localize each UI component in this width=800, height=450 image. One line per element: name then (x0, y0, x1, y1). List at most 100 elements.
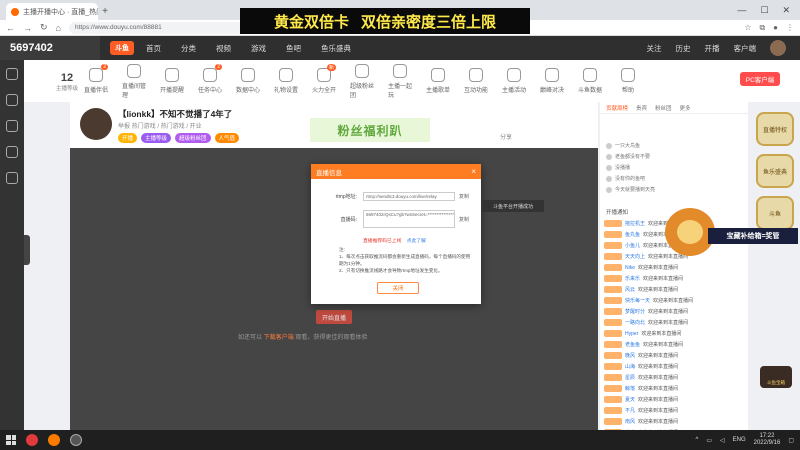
nav-festival[interactable]: 鱼乐盛典 (321, 43, 351, 54)
toolbar-item[interactable]: 主播活动 (502, 68, 526, 94)
modal-close-icon[interactable]: × (471, 167, 476, 176)
toolbar-item[interactable]: 主播歌单 (426, 68, 450, 94)
chat-username[interactable]: Hyper (625, 331, 638, 337)
firefox-icon[interactable] (48, 434, 60, 446)
chat-username[interactable]: 拖拉机王 (625, 220, 645, 227)
room-tag[interactable]: 超级粉丝团 (175, 133, 211, 143)
chat-username[interactable]: 晚风 (625, 352, 635, 359)
new-tab-button[interactable]: + (98, 3, 112, 20)
app-icon[interactable] (26, 434, 38, 446)
treasure-box-icon[interactable]: 斗鱼宝箱 (760, 366, 792, 388)
toolbar-item[interactable]: 斗鱼数据 (578, 68, 602, 94)
toolbar-item[interactable]: 主播一起玩 (388, 63, 412, 99)
learn-more-link[interactable]: 点此了解 (407, 239, 426, 244)
rank-item[interactable]: 没有你的鱼吧 (606, 175, 645, 182)
chat-username[interactable]: 南风 (625, 418, 635, 425)
chat-username[interactable]: 老鱼鱼 (625, 341, 640, 348)
forward-icon[interactable]: → (23, 23, 32, 33)
rtmp-copy-button[interactable]: 复制 (459, 193, 469, 200)
nav-client[interactable]: 客户端 (734, 43, 757, 54)
rank-item[interactable]: 一只大鸟鱼 (606, 142, 640, 149)
nav-yuba[interactable]: 鱼吧 (286, 43, 301, 54)
chat-username[interactable]: 梦醒时分 (625, 308, 645, 315)
share-button[interactable]: 分享 (500, 132, 512, 141)
chat-username[interactable]: 不凡 (625, 407, 635, 414)
ad-box[interactable]: 斗鱼 (756, 196, 794, 230)
nav-follow[interactable]: 关注 (647, 43, 662, 54)
star-icon[interactable]: ☆ (744, 23, 751, 33)
reload-icon[interactable]: ↻ (40, 22, 48, 33)
rank-item[interactable]: 没播播 (606, 164, 630, 171)
chat-username[interactable]: Nike (625, 265, 635, 271)
sidebar-collapse-handle[interactable] (24, 235, 30, 265)
tab-fans[interactable]: 粉丝团 (655, 104, 672, 112)
game-icon[interactable] (6, 146, 18, 158)
chat-username[interactable]: 乐来乐 (625, 275, 640, 282)
clock[interactable]: 17:22 2022/9/16 (754, 433, 781, 447)
toolbar-item[interactable]: 帮助 (616, 68, 640, 94)
chat-username[interactable]: 星辰 (625, 374, 635, 381)
modal-close-button[interactable]: 关闭 (377, 282, 419, 294)
stream-code-copy-button[interactable]: 复制 (459, 216, 469, 223)
browser-tab[interactable]: 主播开播中心 · 直播_热门游戏 × (6, 3, 98, 20)
menu-icon[interactable]: ⋮ (786, 23, 794, 33)
douyu-logo[interactable]: 斗鱼 (110, 41, 134, 55)
nav-history[interactable]: 历史 (676, 43, 691, 54)
chat-username[interactable]: 风云 (625, 286, 635, 293)
room-tag[interactable]: 开播 (118, 133, 138, 143)
video-icon[interactable] (6, 120, 18, 132)
download-client-link[interactable]: 下载客户端 (264, 335, 294, 341)
nav-home[interactable]: 首页 (146, 43, 161, 54)
chat-username[interactable]: 小鱼儿 (625, 242, 640, 249)
extensions-icon[interactable]: ⧉ (759, 23, 765, 33)
stream-code-input[interactable]: 5697402rQsCu?gb?wsSecret=*************** (363, 210, 455, 228)
ad-box[interactable]: 鱼乐盛典 (756, 154, 794, 188)
anchor-avatar[interactable] (80, 108, 112, 140)
chat-username[interactable]: 一路向北 (625, 319, 645, 326)
toolbar-item[interactable]: 礼物设置 (274, 68, 298, 94)
category-icon[interactable] (6, 94, 18, 106)
input-lang[interactable]: ENG (733, 437, 746, 443)
chat-username[interactable]: 快乐每一天 (625, 297, 650, 304)
fan-welfare-banner[interactable]: 粉丝福利趴 (310, 118, 430, 142)
rank-item[interactable]: 今天就要播到天亮 (606, 186, 655, 193)
room-tag[interactable]: 主播等级 (141, 133, 172, 143)
nav-video[interactable]: 视频 (216, 43, 231, 54)
tray-up-icon[interactable]: ^ (695, 437, 698, 443)
pc-client-button[interactable]: PC客户端 (740, 72, 780, 86)
tab-weekly-rank[interactable]: 贡献周榜 (606, 104, 628, 112)
room-tag[interactable]: 人气值 (214, 133, 240, 143)
toolbar-item[interactable]: 开播提醒 (160, 68, 184, 94)
nav-broadcast[interactable]: 开播 (705, 43, 720, 54)
tab-vip[interactable]: 贵宾 (636, 104, 647, 112)
window-close-button[interactable]: ✕ (782, 5, 790, 16)
ad-box[interactable]: 直播特权 (756, 112, 794, 146)
chat-username[interactable]: 天天向上 (625, 253, 645, 260)
chat-username[interactable]: 鲸落 (625, 385, 635, 392)
obs-icon[interactable] (70, 434, 82, 446)
chat-username[interactable]: 山海 (625, 363, 635, 370)
windows-start-icon[interactable] (6, 435, 16, 445)
start-broadcast-button[interactable]: 开始直播 (316, 310, 352, 324)
chat-username[interactable]: 鱼丸鱼 (625, 231, 640, 238)
tab-more[interactable]: 更多 (680, 104, 691, 112)
chat-username[interactable]: 夏天 (625, 396, 635, 403)
toolbar-item[interactable]: 数据中心 (236, 68, 260, 94)
home-icon[interactable]: ⌂ (56, 23, 61, 33)
volume-icon[interactable]: ◁ (720, 437, 725, 444)
toolbar-item[interactable]: 巅峰对决 (540, 68, 564, 94)
notification-icon[interactable]: ▢ (788, 437, 794, 444)
follow-icon[interactable] (6, 68, 18, 80)
maximize-button[interactable]: ☐ (760, 5, 768, 16)
trophy-icon[interactable] (6, 172, 18, 184)
toolbar-item[interactable]: 2 直播伴侣 (84, 64, 108, 94)
back-icon[interactable]: ← (6, 23, 15, 33)
profile-icon[interactable]: ● (773, 23, 778, 33)
nav-category[interactable]: 分类 (181, 43, 196, 54)
toolbar-item[interactable]: 新火力全开 (312, 64, 336, 94)
rank-item[interactable]: 老鱼都没有不要 (606, 153, 650, 160)
rtmp-input[interactable]: rtmp://sendtc3.douyu.com/live/relay (363, 192, 455, 201)
toolbar-item[interactable]: 直播间管理 (122, 63, 146, 99)
toolbar-item[interactable]: 2 任务中心 (198, 64, 222, 94)
treasure-supply-banner[interactable]: 宝藏补给箱=奖管 (708, 228, 798, 244)
